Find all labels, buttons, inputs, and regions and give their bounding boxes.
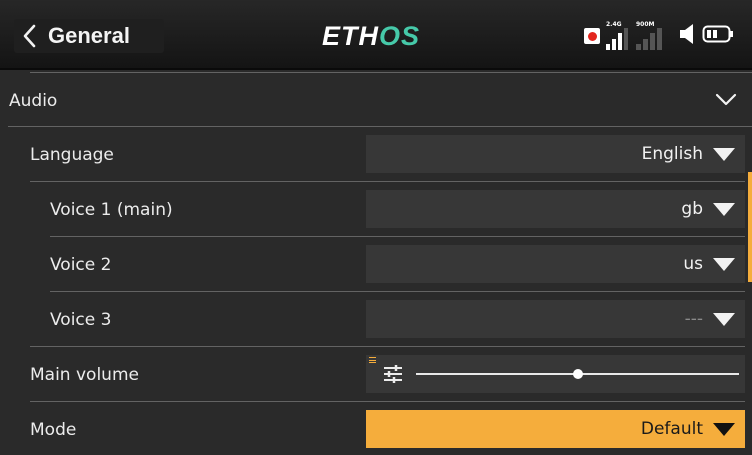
signal-2g4-label: 2.4G bbox=[606, 21, 622, 28]
voice3-value: --- bbox=[684, 309, 703, 329]
mode-value: Default bbox=[640, 419, 703, 439]
voice1-value: gb bbox=[681, 199, 703, 219]
battery-icon bbox=[702, 24, 734, 48]
audio-section-label: Audio bbox=[9, 91, 58, 111]
main-volume-label: Main volume bbox=[30, 365, 139, 385]
voice1-label: Voice 1 (main) bbox=[50, 200, 173, 220]
divider bbox=[30, 181, 745, 182]
scroll-indicator[interactable] bbox=[748, 172, 752, 282]
signal-900m-icon: 900M bbox=[634, 20, 674, 52]
signal-2g4-icon: 2.4G bbox=[604, 20, 630, 52]
divider bbox=[30, 72, 752, 73]
volume-thumb[interactable] bbox=[572, 369, 583, 379]
voice3-label: Voice 3 bbox=[50, 310, 112, 330]
chevron-down-icon bbox=[715, 92, 737, 111]
voice2-dropdown[interactable]: us bbox=[366, 245, 745, 283]
mode-label: Mode bbox=[30, 420, 77, 440]
voice2-value: us bbox=[683, 254, 703, 274]
speaker-icon[interactable] bbox=[678, 22, 698, 50]
dropdown-triangle-icon bbox=[713, 257, 735, 271]
language-label: Language bbox=[30, 145, 114, 165]
voice1-dropdown[interactable]: gb bbox=[366, 190, 745, 228]
back-button[interactable]: General bbox=[14, 19, 164, 53]
chevron-left-icon bbox=[14, 24, 44, 48]
language-value: English bbox=[641, 144, 703, 164]
edit-marker-icon bbox=[369, 357, 376, 363]
mode-dropdown[interactable]: Default bbox=[366, 410, 745, 448]
audio-section-header[interactable]: Audio bbox=[0, 74, 752, 126]
divider bbox=[50, 236, 745, 237]
dropdown-triangle-icon bbox=[713, 147, 735, 161]
record-icon[interactable] bbox=[584, 28, 600, 44]
signal-900m-label: 900M bbox=[636, 21, 655, 28]
header-bar: General ETH OS 2.4G 900M bbox=[0, 0, 752, 70]
voice3-dropdown[interactable]: --- bbox=[366, 300, 745, 338]
main-volume-slider[interactable] bbox=[366, 355, 745, 393]
logo-main-text: ETH bbox=[322, 20, 379, 51]
dropdown-triangle-icon bbox=[713, 312, 735, 326]
language-dropdown[interactable]: English bbox=[366, 135, 745, 173]
divider bbox=[30, 346, 745, 347]
dropdown-triangle-icon bbox=[713, 202, 735, 216]
logo-accent-text: OS bbox=[379, 20, 421, 51]
dropdown-triangle-icon bbox=[713, 422, 735, 436]
divider bbox=[8, 126, 752, 127]
sliders-icon[interactable] bbox=[383, 365, 403, 387]
voice2-label: Voice 2 bbox=[50, 255, 112, 275]
page-title: General bbox=[48, 23, 130, 48]
status-icons: 2.4G 900M bbox=[584, 20, 734, 52]
ethos-logo: ETH OS bbox=[322, 21, 420, 51]
divider bbox=[30, 401, 745, 402]
divider bbox=[50, 291, 745, 292]
